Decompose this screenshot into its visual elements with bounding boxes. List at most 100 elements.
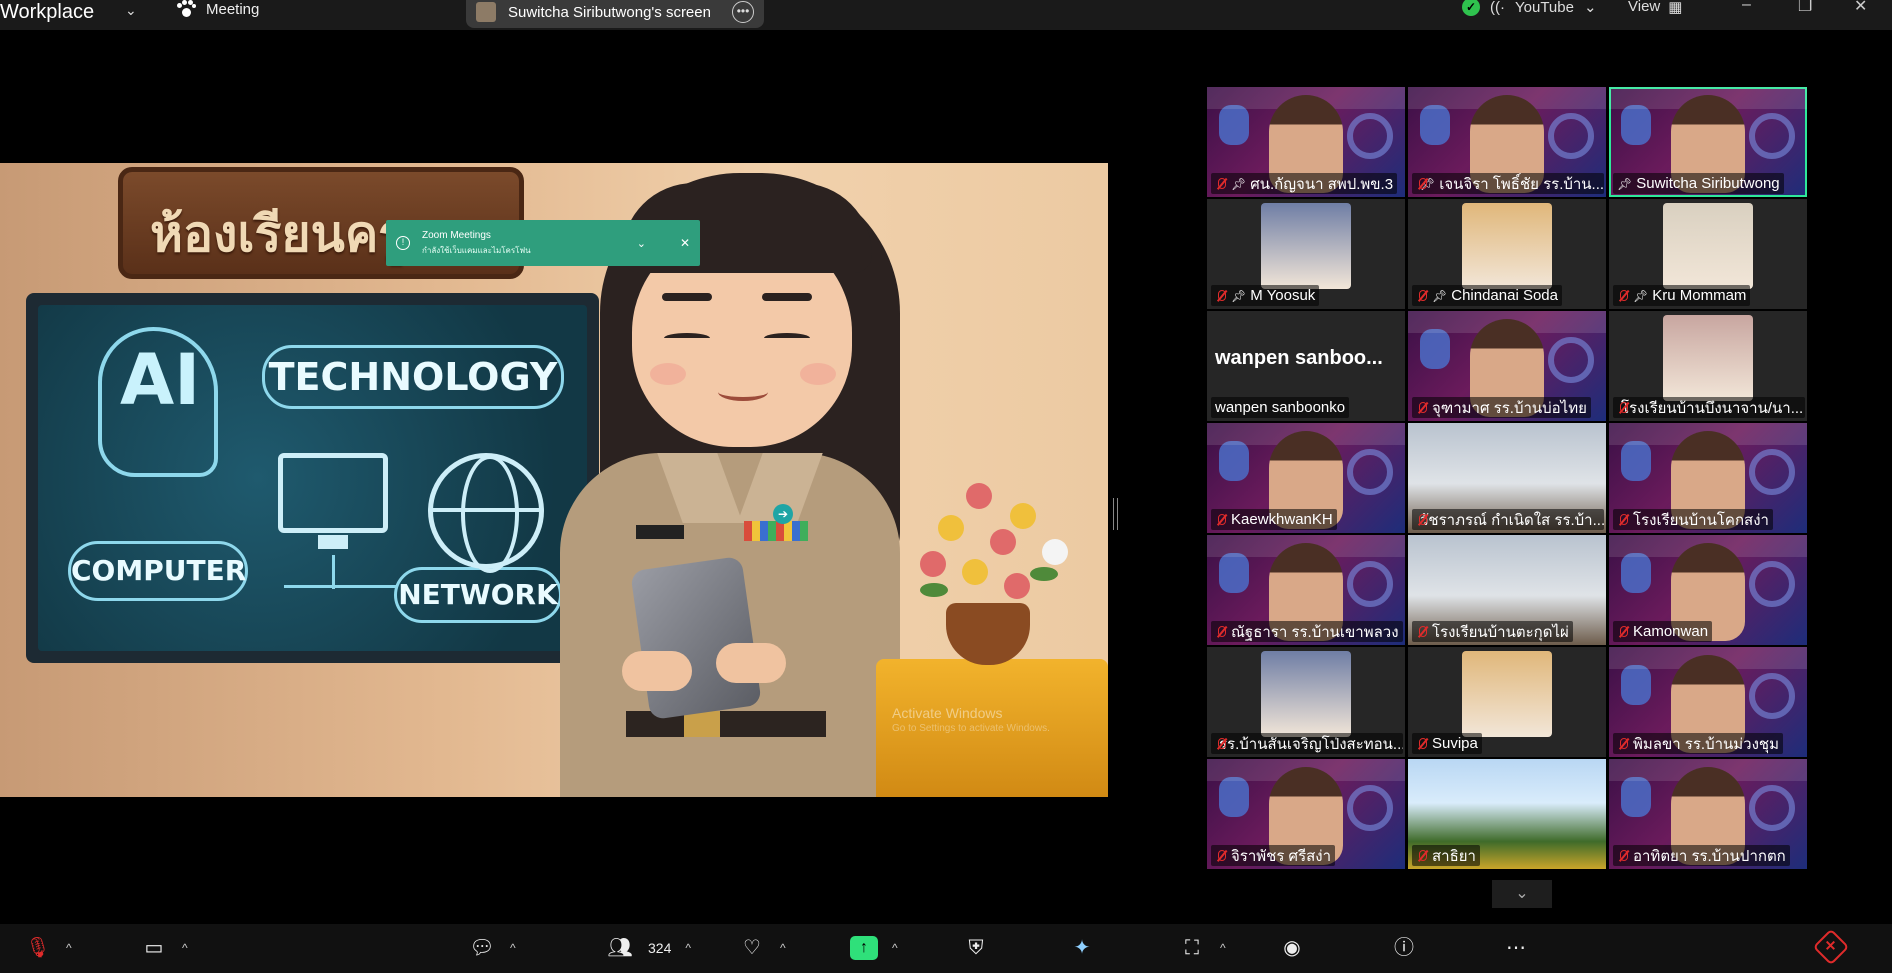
participant-name: โรงเรียนบ้านบึงนาจาน/นา... — [1621, 399, 1804, 417]
avatar — [1663, 315, 1753, 401]
share-screen-icon[interactable]: ↑ — [850, 936, 878, 960]
chevron-down-icon: ⌄ — [1583, 0, 1597, 16]
participant-name-label: ณัฐธารา รร.บ้านเขาพลวง — [1211, 621, 1403, 642]
chevron-down-icon[interactable]: ⌄ — [125, 2, 137, 19]
toast-title: Zoom Meetings — [422, 229, 491, 241]
info-icon: ! — [396, 236, 410, 250]
view-button[interactable]: View ▦ — [1628, 0, 1682, 16]
more-icon[interactable]: ⋯ — [1502, 936, 1530, 960]
participant-name: พิมลขา รร.บ้านม่วงชุม — [1633, 735, 1779, 753]
participant-tile[interactable]: wanpen sanboo... wanpen sanboonko — [1207, 311, 1405, 421]
record-icon[interactable]: ◉ — [1278, 936, 1306, 960]
participant-gallery: 📌︎ ศน.กัญจนา สพป.พข.3 📌︎ เจนจิรา โพธิ์ชัย ร… — [1207, 87, 1807, 873]
info-icon[interactable]: ⓘ — [1390, 936, 1418, 960]
mic-muted-icon — [1416, 289, 1428, 303]
participant-name-label: 📌︎ ศน.กัญจนา สพป.พข.3 — [1211, 173, 1398, 194]
close-icon[interactable]: ✕ — [680, 236, 690, 250]
meeting-label: Meeting — [206, 0, 260, 18]
participant-tile[interactable]: วัชราภรณ์ กำเนิดใส รร.บ้า... — [1408, 423, 1606, 533]
stream-status[interactable]: ✓ ((· YouTube ⌄ — [1462, 0, 1597, 16]
leave-icon[interactable]: ✕ — [1812, 928, 1850, 966]
avatar — [1462, 651, 1552, 737]
eyebrow — [662, 293, 712, 301]
monitor-stand — [318, 535, 348, 549]
participant-name: ณัฐธารา รร.บ้านเขาพลวง — [1231, 623, 1399, 641]
participant-tile[interactable]: 📌︎ Suwitcha Siributwong — [1609, 87, 1807, 197]
participant-tile[interactable]: จุฑามาศ รร.บ้านบ่อไทย — [1408, 311, 1606, 421]
participant-name: KaewkhwanKH — [1231, 511, 1333, 528]
shield-check-icon: ✓ — [1462, 0, 1480, 16]
participants-icon[interactable]: 👥︎ — [606, 936, 634, 960]
participant-tile[interactable]: 📌︎ Chindanai Soda — [1408, 199, 1606, 309]
participant-tile[interactable]: โรงเรียนบ้านบึงนาจาน/นา... — [1609, 311, 1807, 421]
chevron-up-icon[interactable]: ^ — [182, 941, 188, 955]
chevron-up-icon[interactable]: ^ — [510, 941, 516, 955]
chevron-down-icon[interactable]: ⌄ — [637, 237, 646, 250]
mic-muted-icon — [1416, 849, 1428, 863]
chevron-up-icon[interactable]: ^ — [1220, 941, 1226, 955]
flower — [966, 483, 992, 509]
chevron-up-icon[interactable]: ^ — [892, 941, 898, 955]
app-title: Workplace — [0, 1, 95, 23]
participant-name: อาทิตยา รร.บ้านปากตก — [1633, 847, 1786, 865]
participant-count: 324 — [648, 940, 672, 956]
view-label: View — [1628, 0, 1661, 15]
participant-name-label: 📌︎ Suwitcha Siributwong — [1613, 173, 1784, 194]
notification-toast[interactable]: ! Zoom Meetings กำลังใช้เว็บแคมและไมโครโ… — [386, 220, 700, 266]
flower — [1004, 573, 1030, 599]
ai-label: AI — [120, 339, 201, 421]
chevron-up-icon[interactable]: ^ — [780, 941, 786, 955]
apps-icon[interactable]: ⛶ — [1178, 936, 1206, 960]
share-indicator[interactable]: Suwitcha Siributwong's screen ••• — [466, 0, 764, 28]
participant-tile[interactable]: สาธิยา — [1408, 759, 1606, 869]
gallery-scroll-down-button[interactable]: ⌄ — [1492, 880, 1552, 908]
avatar — [1261, 651, 1351, 737]
participant-tile[interactable]: โรงเรียนบ้านโคกสง่า — [1609, 423, 1807, 533]
mic-muted-icon — [1617, 625, 1629, 639]
panel-resize-handle[interactable] — [1113, 498, 1118, 530]
meeting-menu[interactable]: Meeting — [176, 0, 259, 18]
security-icon[interactable]: ⛨ — [962, 936, 990, 960]
computer-icon — [278, 453, 388, 533]
participant-tile[interactable]: 📌︎ Kru Mommam — [1609, 199, 1807, 309]
participant-tile[interactable]: โรงเรียนบ้านตะกุดไผ่ — [1408, 535, 1606, 645]
minimize-icon[interactable]: – — [1742, 0, 1751, 14]
participant-name: โรงเรียนบ้านโคกสง่า — [1633, 511, 1769, 529]
chat-icon[interactable]: 💬︎ — [468, 936, 496, 960]
participant-name: wanpen sanboonko — [1215, 399, 1346, 416]
reactions-icon[interactable]: ♡ — [738, 936, 766, 960]
participant-tile[interactable]: จิราพัชร ศรีสง่า — [1207, 759, 1405, 869]
cheek — [800, 363, 836, 385]
participant-tile[interactable]: อาทิตยา รร.บ้านปากตก — [1609, 759, 1807, 869]
ai-companion-icon[interactable]: ✦ — [1068, 936, 1096, 960]
participant-tile[interactable]: พิมลขา รร.บ้านม่วงชุม — [1609, 647, 1807, 757]
participant-tile[interactable]: Kamonwan — [1609, 535, 1807, 645]
participant-name-label: 📌︎ Kru Mommam — [1613, 285, 1751, 306]
participant-tile[interactable]: 📌︎ ศน.กัญจนา สพป.พข.3 — [1207, 87, 1405, 197]
participant-name: สาธิยา — [1432, 847, 1476, 865]
participant-name: รร.บ้านสันเจริญโป่งสะทอน... — [1219, 735, 1403, 753]
grid-icon: ▦ — [1668, 0, 1683, 16]
participant-name-label: โรงเรียนบ้านบึงนาจาน/นา... — [1613, 397, 1805, 418]
camera-icon[interactable]: ▭ — [140, 936, 168, 960]
pin-icon: 📌︎ — [1617, 176, 1633, 191]
close-icon[interactable]: ✕ — [1854, 0, 1867, 16]
participant-name-label: 📌︎ M Yoosuk — [1211, 285, 1320, 306]
participant-name-label: วัชราภรณ์ กำเนิดใส รร.บ้า... — [1412, 509, 1604, 530]
participant-tile[interactable]: รร.บ้านสันเจริญโป่งสะทอน... — [1207, 647, 1405, 757]
participant-tile[interactable]: 📌︎ M Yoosuk — [1207, 199, 1405, 309]
participant-tile[interactable]: 📌︎ เจนจิรา โพธิ์ชัย รร.บ้าน... — [1408, 87, 1606, 197]
chevron-up-icon[interactable]: ^ — [66, 941, 72, 955]
participant-tile[interactable]: ณัฐธารา รร.บ้านเขาพลวง — [1207, 535, 1405, 645]
participant-name-label: wanpen sanboonko — [1211, 397, 1350, 418]
mic-muted-icon[interactable]: 🎙︎ — [24, 936, 52, 960]
more-icon[interactable]: ••• — [732, 1, 754, 23]
flower — [920, 551, 946, 577]
participant-name-label: จุฑามาศ รร.บ้านบ่อไทย — [1412, 397, 1591, 418]
participant-tile[interactable]: Suvipa — [1408, 647, 1606, 757]
chevron-up-icon[interactable]: ^ — [685, 941, 691, 955]
participant-tile[interactable]: KaewkhwanKH — [1207, 423, 1405, 533]
hand — [716, 643, 786, 683]
participant-name: จุฑามาศ รร.บ้านบ่อไทย — [1432, 399, 1587, 417]
restore-icon[interactable]: ❐ — [1798, 0, 1812, 16]
